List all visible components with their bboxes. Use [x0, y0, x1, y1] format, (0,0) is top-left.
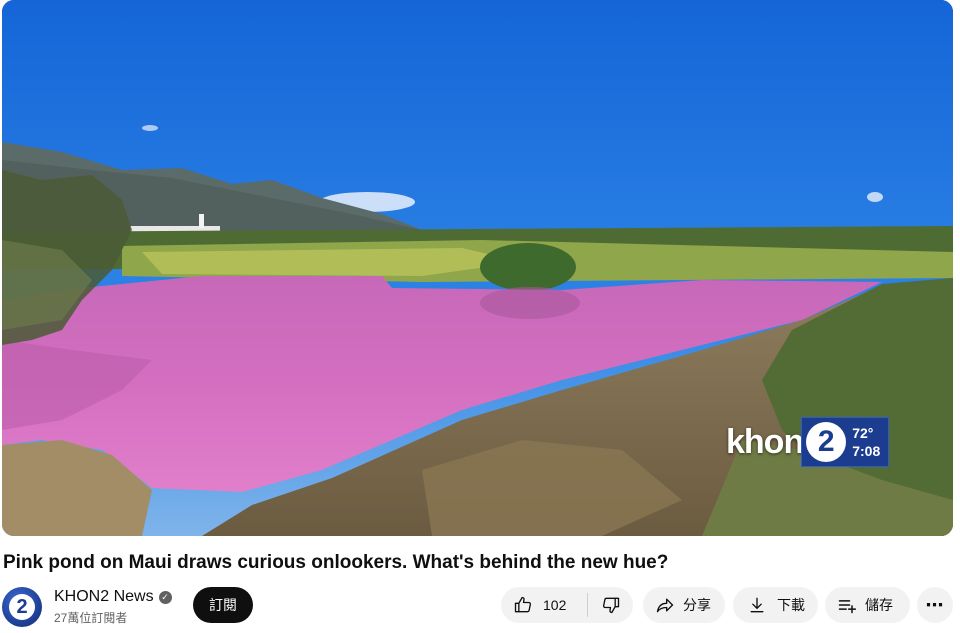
download-button[interactable]: 下載 [733, 587, 818, 623]
channel-avatar-logo: 2 [9, 594, 35, 620]
dislike-button[interactable] [588, 587, 633, 623]
verified-check-icon: ✓ [158, 590, 172, 604]
save-button[interactable]: 儲存 [825, 587, 910, 623]
thumbs-down-icon [601, 595, 621, 615]
thumbs-up-icon [513, 595, 533, 615]
more-actions-button[interactable]: ⋯ [917, 587, 953, 623]
channel-avatar[interactable]: 2 [2, 587, 42, 627]
station-info-panel: 2 72° 7:08 [801, 417, 890, 467]
weather-time-readout: 72° 7:08 [852, 424, 880, 460]
temperature-readout: 72° [852, 425, 874, 441]
subscribe-button[interactable]: 訂閱 [193, 587, 253, 623]
station-number-badge: 2 [806, 422, 847, 462]
station-logo-bug: khon 2 72° 7:08 [726, 416, 890, 468]
download-icon [747, 595, 767, 615]
like-button[interactable]: 102 [501, 587, 587, 623]
save-label: 儲存 [865, 597, 893, 613]
time-readout: 7:08 [852, 443, 881, 459]
channel-name-link[interactable]: KHON2 News ✓ [54, 588, 172, 606]
video-title: Pink pond on Maui draws curious onlooker… [3, 552, 669, 573]
share-arrow-icon [655, 595, 675, 615]
video-player[interactable]: khon 2 72° 7:08 [2, 0, 953, 536]
channel-name: KHON2 News [54, 588, 154, 605]
download-label: 下載 [777, 597, 805, 613]
share-button[interactable]: 分享 [643, 587, 725, 623]
station-logo-text: khon [726, 422, 804, 461]
channel-row: 2 KHON2 News ✓ 27萬位訂閱者 訂閱 102 分享 下載 儲存 ⋯ [2, 585, 954, 627]
more-dots-icon: ⋯ [925, 594, 945, 615]
like-count: 102 [543, 597, 567, 613]
like-dislike-group: 102 [501, 587, 633, 623]
subscriber-count: 27萬位訂閱者 [54, 611, 128, 625]
share-label: 分享 [683, 597, 711, 613]
playlist-add-icon [837, 595, 857, 615]
